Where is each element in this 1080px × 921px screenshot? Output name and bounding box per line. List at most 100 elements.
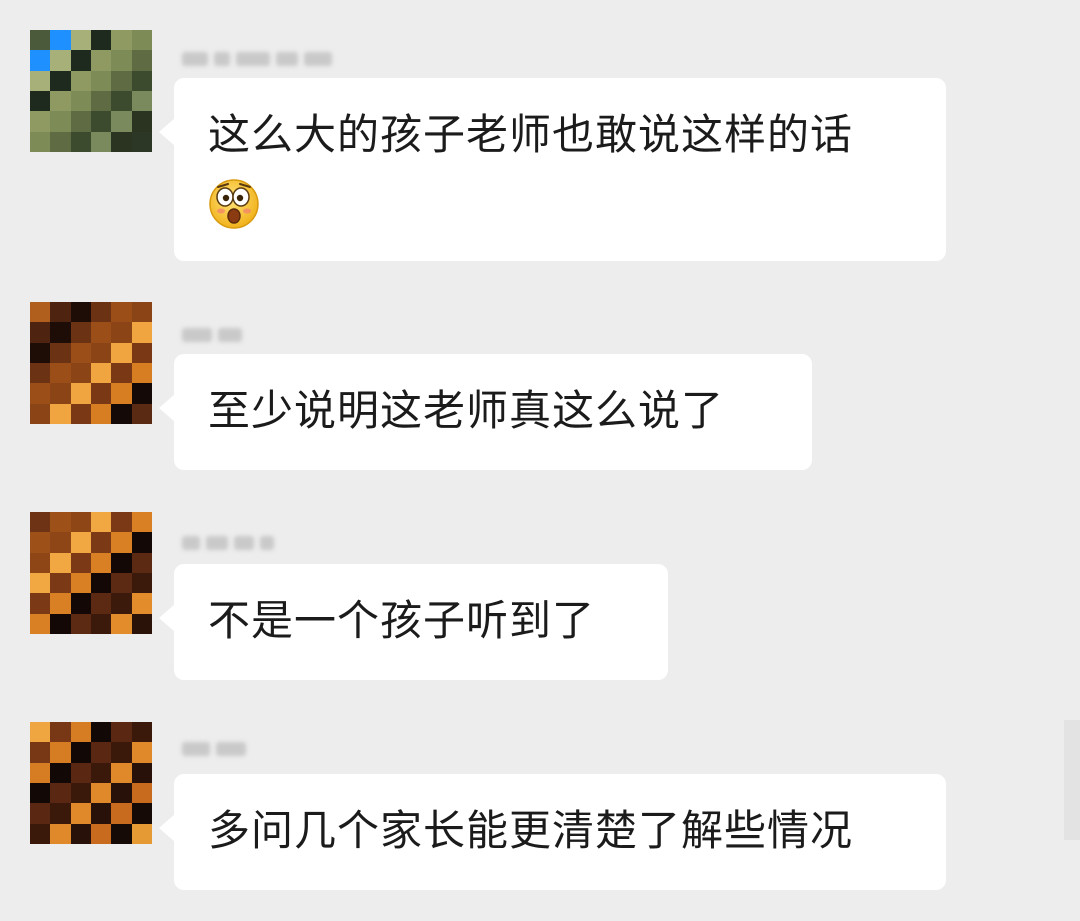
avatar-pixel: [131, 803, 152, 824]
avatar-pixel: [30, 613, 51, 634]
avatar-pixel: [131, 573, 152, 594]
avatar-pixel: [131, 593, 152, 614]
avatar-pixel: [70, 302, 91, 323]
avatar-pixel: [131, 363, 152, 384]
avatar-pixel: [91, 573, 112, 594]
avatar-pixel: [91, 70, 112, 91]
avatar-pixel: [30, 762, 51, 783]
avatar-pixel: [131, 552, 152, 573]
avatar-pixel: [91, 722, 112, 743]
avatar-pixel: [91, 762, 112, 783]
avatar-pixel: [50, 552, 71, 573]
avatar-pixel: [50, 363, 71, 384]
avatar-pixel: [111, 131, 132, 152]
avatar-pixel: [111, 383, 132, 404]
avatar-pixel: [111, 803, 132, 824]
avatar-pixel: [131, 50, 152, 71]
avatar-pixel: [111, 322, 132, 343]
avatar-pixel: [50, 111, 71, 132]
avatar-pixel: [50, 302, 71, 323]
avatar-pixel: [30, 512, 51, 533]
avatar-pixel: [70, 552, 91, 573]
avatar-pixel: [131, 783, 152, 804]
avatar-pixel: [131, 131, 152, 152]
sender-name-redacted: [182, 734, 246, 764]
message-bubble[interactable]: 这么大的孩子老师也敢说这样的话: [159, 78, 946, 261]
avatar-pixel: [131, 322, 152, 343]
avatar-pixel: [30, 573, 51, 594]
avatar-pixel: [70, 30, 91, 51]
avatar-pixel: [111, 50, 132, 71]
avatar-pixel: [91, 111, 112, 132]
message-bubble[interactable]: 不是一个孩子听到了: [159, 564, 668, 680]
avatar-pixel: [50, 30, 71, 51]
avatar-pixel: [30, 322, 51, 343]
avatar-pixel: [91, 91, 112, 112]
avatar-pixel: [70, 803, 91, 824]
avatar-pixel: [111, 302, 132, 323]
avatar-pixel: [50, 131, 71, 152]
avatar-pixel: [70, 762, 91, 783]
avatar-pixel: [131, 383, 152, 404]
shocked-face-emoji-icon: [208, 178, 260, 230]
avatar-pixel: [30, 70, 51, 91]
chat-screen: 这么大的孩子老师也敢说这样的话 至少说明这老师真这么说了 不是一个孩子听到了 多…: [0, 0, 1080, 921]
avatar-pixel: [91, 302, 112, 323]
avatar-pixel: [111, 762, 132, 783]
avatar-pixel: [111, 70, 132, 91]
avatar-pixel: [70, 70, 91, 91]
avatar-pixel: [50, 403, 71, 424]
avatar[interactable]: [30, 302, 152, 424]
avatar-pixel: [111, 532, 132, 553]
avatar-pixel: [111, 512, 132, 533]
avatar-pixel: [91, 342, 112, 363]
avatar-pixel: [131, 742, 152, 763]
avatar-pixel: [131, 91, 152, 112]
avatar-pixel: [70, 363, 91, 384]
avatar-pixel: [30, 91, 51, 112]
avatar-pixel: [131, 111, 152, 132]
avatar-pixel: [50, 823, 71, 844]
avatar-pixel: [30, 823, 51, 844]
avatar-pixel: [131, 823, 152, 844]
avatar-pixel: [50, 593, 71, 614]
avatar-pixel: [30, 742, 51, 763]
avatar-pixel: [30, 803, 51, 824]
message-text: 这么大的孩子老师也敢说这样的话: [208, 110, 854, 159]
message-text: 多问几个家长能更清楚了解些情况: [208, 806, 854, 855]
avatar-pixel: [91, 383, 112, 404]
avatar-pixel: [50, 383, 71, 404]
avatar-pixel: [70, 722, 91, 743]
avatar-pixel: [50, 70, 71, 91]
avatar-pixel: [70, 403, 91, 424]
avatar-pixel: [30, 302, 51, 323]
avatar-pixel: [91, 403, 112, 424]
message-bubble[interactable]: 至少说明这老师真这么说了: [159, 354, 812, 470]
message-text: 不是一个孩子听到了: [208, 596, 596, 645]
avatar-pixel: [91, 742, 112, 763]
avatar-pixel: [111, 91, 132, 112]
avatar-pixel: [91, 552, 112, 573]
avatar-pixel: [111, 552, 132, 573]
avatar-pixel: [70, 823, 91, 844]
avatar-pixel: [111, 783, 132, 804]
avatar-pixel: [70, 613, 91, 634]
avatar-pixel: [91, 50, 112, 71]
avatar-pixel: [50, 573, 71, 594]
avatar-pixel: [30, 552, 51, 573]
sender-name-redacted: [182, 528, 274, 558]
avatar[interactable]: [30, 30, 152, 152]
avatar-pixel: [70, 50, 91, 71]
avatar[interactable]: [30, 722, 152, 844]
scroll-edge: [1064, 720, 1080, 840]
message-bubble[interactable]: 多问几个家长能更清楚了解些情况: [159, 774, 946, 890]
avatar[interactable]: [30, 512, 152, 634]
avatar-pixel: [50, 783, 71, 804]
avatar-pixel: [30, 131, 51, 152]
avatar-pixel: [111, 823, 132, 844]
avatar-pixel: [30, 50, 51, 71]
avatar-pixel: [30, 403, 51, 424]
avatar-pixel: [131, 613, 152, 634]
avatar-pixel: [91, 613, 112, 634]
avatar-pixel: [50, 512, 71, 533]
